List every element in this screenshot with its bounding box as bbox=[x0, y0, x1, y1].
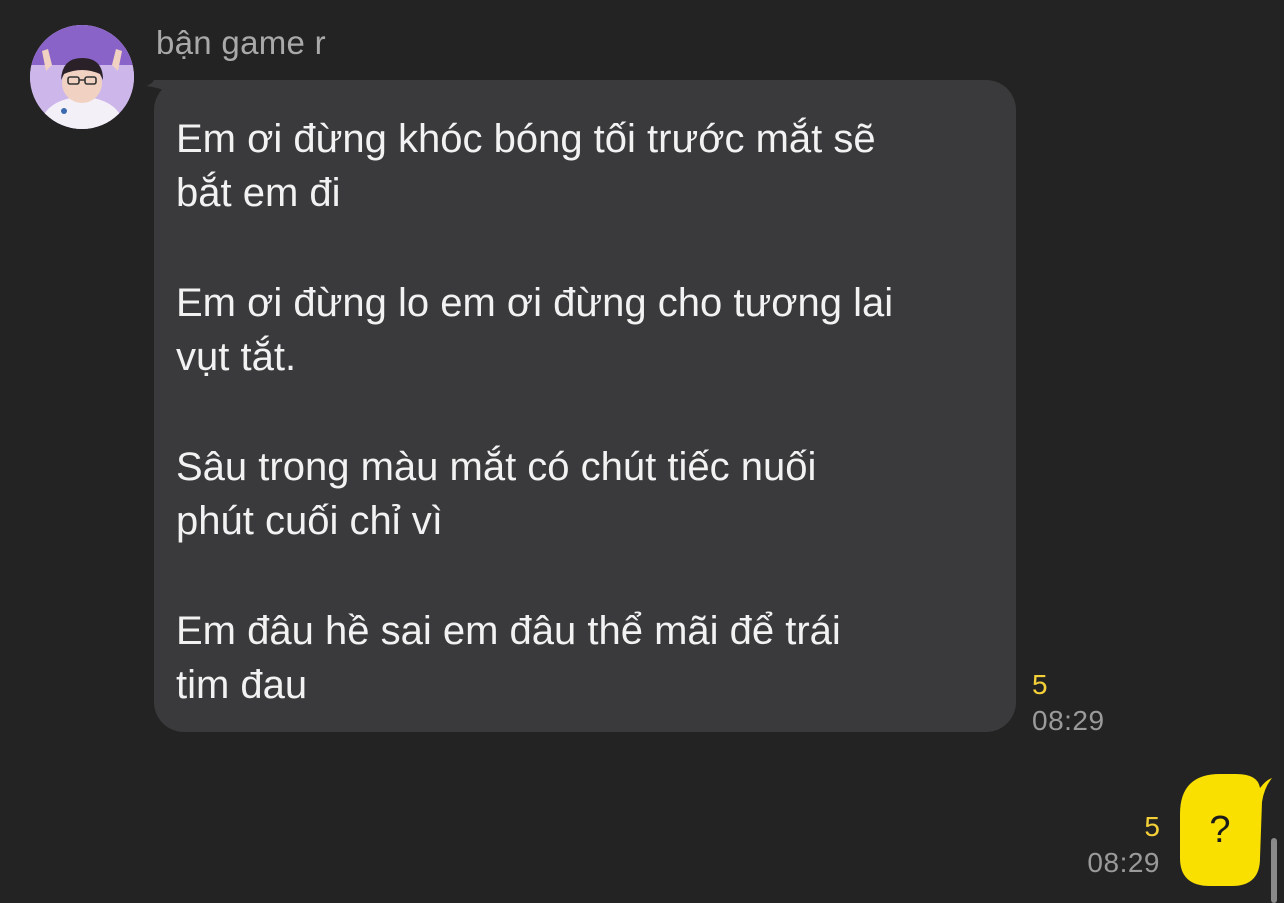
message-paragraph: Sâu trong màu mắt có chút tiếc nuối phút… bbox=[176, 445, 817, 543]
user-avatar-icon bbox=[30, 25, 134, 129]
incoming-message-meta: 5 08:29 bbox=[1032, 668, 1105, 740]
unread-count: 5 bbox=[1032, 669, 1048, 700]
outgoing-message-meta: 5 08:29 bbox=[1087, 810, 1160, 882]
chat-room: bận game r Em ơi đừng khóc bóng tối trướ… bbox=[0, 0, 1284, 903]
unread-count: 5 bbox=[1144, 811, 1160, 842]
message-paragraph: Em đâu hề sai em đâu thể mãi để trái tim… bbox=[176, 609, 841, 707]
scrollbar[interactable] bbox=[1271, 838, 1277, 903]
message-time: 08:29 bbox=[1032, 705, 1105, 736]
incoming-message-bubble[interactable]: Em ơi đừng khóc bóng tối trước mắt sẽ bắ… bbox=[154, 80, 1016, 732]
sender-avatar[interactable] bbox=[30, 25, 134, 129]
sender-name: bận game r bbox=[156, 24, 326, 61]
message-paragraph: Em ơi đừng khóc bóng tối trước mắt sẽ bắ… bbox=[176, 117, 876, 215]
outgoing-message-text: ? bbox=[1209, 808, 1231, 851]
message-paragraph: Em ơi đừng lo em ơi đừng cho tương lai v… bbox=[176, 281, 894, 379]
message-time: 08:29 bbox=[1087, 847, 1160, 878]
